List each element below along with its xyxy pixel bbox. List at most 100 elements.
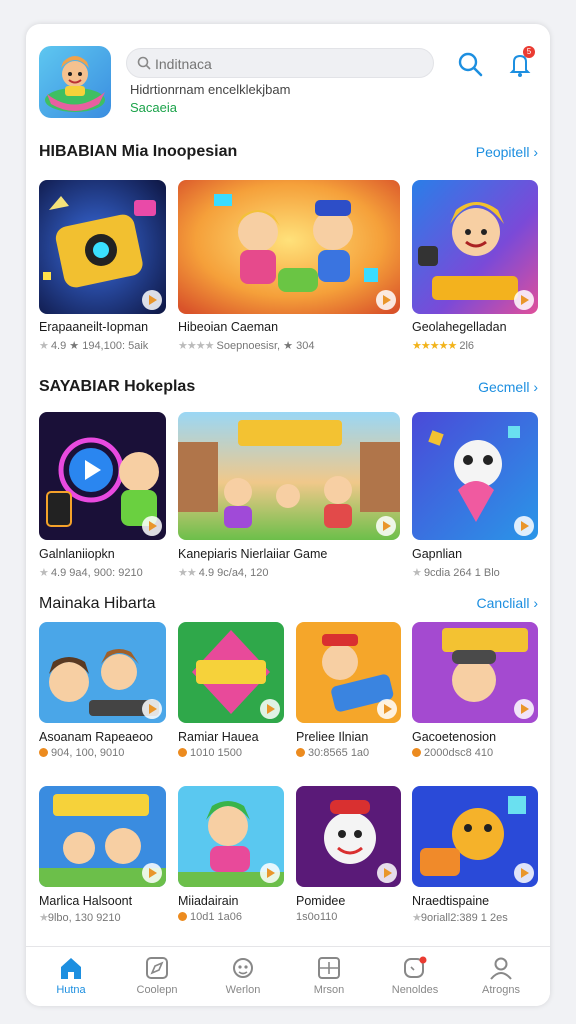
game-title: Miiadairain (178, 894, 239, 908)
nav-label: Coolepn (136, 984, 178, 996)
controller-icon (233, 958, 253, 978)
rating-stars-icon: ★ (39, 340, 49, 352)
game-card[interactable]: Marlica Halsoont ★9lbo, 130 9210 (39, 786, 166, 936)
category-dot-icon (412, 748, 421, 757)
game-meta-text: 30:8565 1a0 (308, 747, 370, 759)
nav-explore[interactable]: Coolepn (114, 955, 200, 1003)
game-title: Gacoetenosion (412, 730, 497, 744)
see-all-link-1[interactable]: Peopitell › (476, 144, 538, 160)
game-title: Ramiar Hauea (178, 730, 259, 744)
game-card[interactable]: Gapnlian ★ 9cdia 264 1 Blo (412, 412, 538, 582)
nav-apps[interactable]: Mrson (286, 955, 372, 1003)
nav-label: Hutna (56, 984, 86, 996)
game-thumbnail (412, 180, 538, 314)
game-meta: ★ 9cdia 264 1 Blo (412, 566, 500, 579)
play-icon (376, 516, 396, 536)
game-meta-text: 9cdia 264 1 Blo (423, 567, 500, 579)
game-title: Asoanam Rapeaeoo (39, 730, 153, 744)
notification-badge: 5 (523, 46, 535, 58)
game-card[interactable]: Nraedtispaine ★9oriall2:389 1 2es (412, 786, 538, 936)
see-all-link-3[interactable]: Cancliall › (477, 595, 538, 611)
rating-stars-icon: ★★ (178, 567, 197, 579)
search-button-icon[interactable] (456, 50, 484, 78)
game-thumbnail (178, 180, 400, 314)
play-icon (514, 699, 534, 719)
game-meta: ★ 4.9 9a4, 900: 9210 (39, 566, 143, 579)
rating-stars-icon: ★★★★★ (412, 340, 457, 352)
game-meta: ★★★★★ 2l6 (412, 339, 474, 352)
game-title: Nraedtispaine (412, 894, 490, 908)
game-meta-text: 9lbo, 130 9210 (47, 912, 121, 924)
compass-icon (146, 957, 168, 979)
play-icon (514, 290, 534, 310)
game-meta-text: 10d1 1a06 (190, 911, 242, 923)
game-meta-text: 2000dsc8 410 (424, 747, 494, 759)
game-meta-text: 4.9 ★ 194,100: 5aik (50, 340, 149, 352)
game-thumbnail (39, 412, 166, 540)
play-icon (142, 863, 162, 883)
game-meta: 904, 100, 9010 (39, 747, 124, 759)
notification-button[interactable]: 5 (508, 46, 535, 78)
game-title: Hibeoian Caeman (178, 320, 279, 334)
section-title-2: SAYABIAR Hokeplas (39, 378, 196, 395)
game-title: Geolahegelladan (412, 320, 507, 334)
game-meta-text: 904, 100, 9010 (51, 747, 125, 759)
game-title: Marlica Halsoont (39, 894, 133, 908)
game-card[interactable]: Miiadairain 10d1 1a06 (178, 786, 284, 936)
game-card[interactable]: Ramiar Hauea 1010 1500 (178, 622, 284, 772)
play-icon (514, 516, 534, 536)
section-title-1: HIBABIAN Mia Inoopesian (39, 143, 238, 160)
game-meta-text: 4.9 9a4, 900: 9210 (50, 567, 143, 579)
play-icon (142, 699, 162, 719)
game-title: Pomidee (296, 894, 346, 908)
section-title-3: Mainaka Hibarta (39, 595, 156, 612)
game-card[interactable]: Hibeoian Caeman ★★★★ Soepnoesisr, ★ 304 (178, 180, 400, 360)
see-all-label: Cancliall (476, 595, 530, 611)
see-all-link-2[interactable]: Gecmell › (478, 379, 538, 395)
game-card[interactable]: Geolahegelladan ★★★★★ 2l6 (412, 180, 538, 360)
game-meta-text: 2l6 (459, 340, 475, 352)
game-thumbnail (412, 786, 538, 887)
game-card[interactable]: Asoanam Rapeaeoo 904, 100, 9010 (39, 622, 166, 772)
game-meta-text: 4.9 9c/a4, 120 (198, 567, 269, 579)
app-screen: Hidrtionrnam encelklekjbam Sacaeia 5 HIB… (26, 24, 550, 1006)
rating-stars-icon: ★ (39, 912, 49, 924)
grid-icon (318, 957, 340, 979)
play-icon (377, 863, 397, 883)
rating-stars-icon: ★★★★ (178, 340, 214, 352)
chevron-right-icon: › (533, 144, 538, 160)
game-meta: ★9lbo, 130 9210 (39, 911, 121, 924)
game-title: Galnlaniiopkn (39, 547, 115, 561)
nav-profile[interactable]: Atrogns (458, 955, 544, 1003)
nav-games[interactable]: Werlon (200, 955, 286, 1003)
game-thumbnail (39, 180, 166, 314)
chevron-right-icon: › (533, 379, 538, 395)
see-all-label: Peopitell (475, 144, 530, 160)
search-input[interactable] (155, 53, 425, 75)
game-meta-text: 9oriall2:389 1 2es (420, 912, 508, 924)
game-thumbnail (412, 412, 538, 540)
game-thumbnail (296, 786, 401, 887)
nav-label: Mrson (313, 984, 345, 996)
game-card[interactable]: Gacoetenosion 2000dsc8 410 (412, 622, 538, 772)
game-meta: 1010 1500 (178, 747, 242, 759)
nav-label: Atrogns (482, 984, 520, 996)
game-meta: ★★★★ Soepnoesisr, ★ 304 (178, 339, 314, 352)
category-dot-icon (178, 912, 187, 921)
search-bar[interactable] (126, 48, 434, 78)
game-card[interactable]: Kanepiaris Nierlaiiar Game ★★ 4.9 9c/a4,… (178, 412, 400, 582)
bottom-navigation: Hutna Coolepn Werlon Mrson Nenoldes Atro… (26, 946, 550, 1006)
category-dot-icon (178, 748, 187, 757)
game-card[interactable]: Erapaaneilt-Iopman ★ 4.9 ★ 194,100: 5aik (39, 180, 166, 360)
nav-messages[interactable]: Nenoldes (372, 955, 458, 1003)
game-card[interactable]: Galnlaniiopkn ★ 4.9 9a4, 900: 9210 (39, 412, 166, 582)
app-logo-icon[interactable] (39, 46, 111, 118)
game-card[interactable]: Preliee Ilnian 30:8565 1a0 (296, 622, 401, 772)
game-card[interactable]: Pomidee 1s0o110 (296, 786, 401, 936)
nav-home[interactable]: Hutna (28, 955, 114, 1003)
home-icon (61, 958, 81, 979)
game-meta: ★ 4.9 ★ 194,100: 5aik (39, 339, 148, 352)
play-icon (514, 863, 534, 883)
game-meta: 1s0o110 (296, 911, 337, 923)
chat-icon (404, 956, 427, 978)
